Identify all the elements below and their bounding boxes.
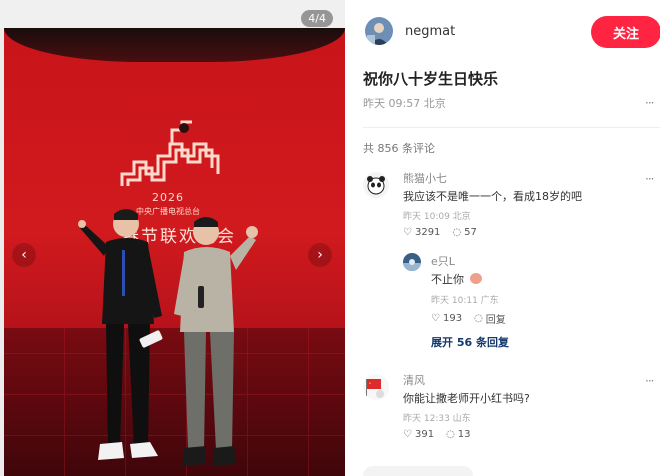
commenter-avatar[interactable] xyxy=(363,374,389,400)
comment-time: 昨天 12:33 山东 xyxy=(403,414,471,424)
post-title: 祝你八十岁生日快乐 xyxy=(363,70,499,88)
gala-year-text: 2026 xyxy=(152,191,184,204)
speech-bubble-icon[interactable]: ◌ xyxy=(474,313,483,324)
like-count: 3291 xyxy=(414,227,441,238)
speech-bubble-icon[interactable]: ◌ xyxy=(452,227,461,238)
stage-ceiling xyxy=(4,28,345,62)
reply-link[interactable]: 回复 xyxy=(486,311,506,326)
reply-actions: ♡ 193 ◌ 回复 xyxy=(431,311,506,326)
person-left-figure xyxy=(78,209,163,460)
like-count: 193 xyxy=(442,313,463,324)
chevron-right-icon[interactable]: › xyxy=(308,243,332,267)
comment-text: 我应该不是唯一一个，看成18岁的吧 xyxy=(403,190,582,203)
person-right-figure xyxy=(174,217,258,466)
author-name[interactable]: negmat xyxy=(405,24,455,39)
author-avatar[interactable] xyxy=(365,17,393,45)
more-dots-icon[interactable]: ··· xyxy=(645,172,655,186)
author-block[interactable]: negmat xyxy=(365,17,455,45)
comment-actions: ♡ 391 ◌ 13 xyxy=(403,429,471,440)
reply-avatar[interactable] xyxy=(403,253,421,271)
post-meta: 昨天 09:57 北京 xyxy=(363,97,446,110)
image-top-strip xyxy=(0,0,345,28)
emoji-icon xyxy=(469,273,482,284)
comment-author[interactable]: 清风 xyxy=(403,372,425,388)
divider xyxy=(363,127,660,128)
comment-input-stub[interactable] xyxy=(363,466,473,476)
reply-text: 不止你 xyxy=(431,271,482,287)
post-panel: negmat 关注 祝你八十岁生日快乐 昨天 09:57 北京 ··· 共 85… xyxy=(345,0,660,476)
stage-photo: 2026 中央广播电视总台 春节联欢晚会 xyxy=(4,28,345,476)
comment-text: 你能让撒老师开小红书吗? xyxy=(403,392,530,405)
reply-author[interactable]: e只L xyxy=(431,253,455,269)
reply-count: 13 xyxy=(457,429,471,440)
reply-count: 57 xyxy=(464,227,477,238)
commenter-avatar[interactable] xyxy=(363,172,389,198)
speech-bubble-icon[interactable]: ◌ xyxy=(446,429,455,440)
reply-text-body: 不止你 xyxy=(431,273,464,286)
comment-author[interactable]: 熊猫小七 xyxy=(403,170,447,186)
more-dots-icon[interactable]: ··· xyxy=(645,96,655,110)
heart-outline-icon[interactable]: ♡ xyxy=(431,313,440,324)
comment-time: 昨天 10:09 北京 xyxy=(403,212,471,222)
follow-button[interactable]: 关注 xyxy=(591,16,660,48)
heart-outline-icon[interactable]: ♡ xyxy=(403,227,412,238)
like-count: 391 xyxy=(414,429,435,440)
chevron-left-icon[interactable]: ‹ xyxy=(12,243,36,267)
reply-time: 昨天 10:11 广东 xyxy=(431,296,499,306)
heart-outline-icon[interactable]: ♡ xyxy=(403,429,412,440)
more-dots-icon[interactable]: ··· xyxy=(645,374,655,388)
comment-count: 共 856 条评论 xyxy=(363,142,435,155)
image-viewer[interactable]: 2026 中央广播电视总台 春节联欢晚会 4/4 ‹ › xyxy=(0,0,345,476)
comment-actions: ♡ 3291 ◌ 57 xyxy=(403,227,477,238)
note-detail-window: 2026 中央广播电视总台 春节联欢晚会 4/4 ‹ › negmat 关注 祝… xyxy=(0,0,660,476)
expand-replies-link[interactable]: 展开 56 条回复 xyxy=(431,334,509,350)
image-counter: 4/4 xyxy=(301,10,333,27)
